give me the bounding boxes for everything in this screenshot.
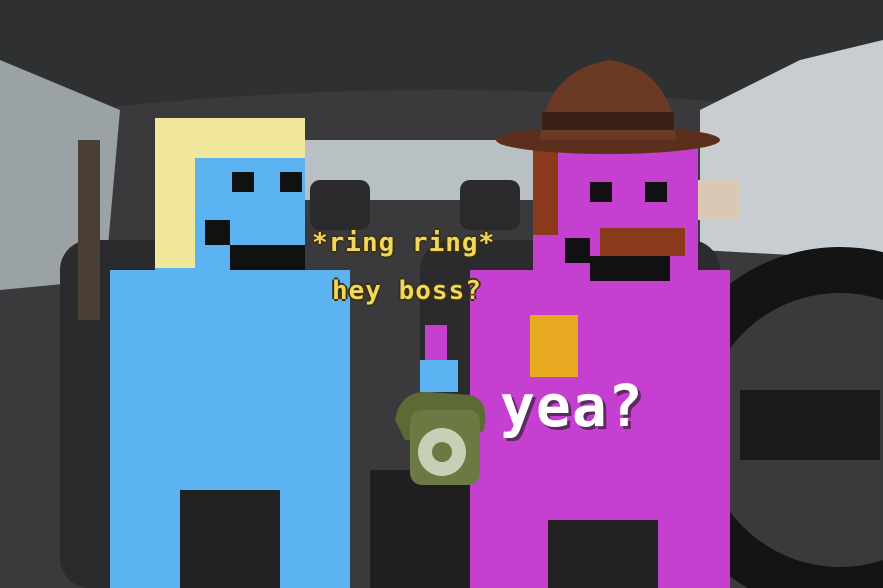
caption-yea: yea? bbox=[500, 372, 644, 440]
purple-mouth-corner bbox=[565, 238, 590, 263]
rear-headrest bbox=[460, 180, 520, 230]
caption-hey-boss: hey boss? bbox=[332, 276, 482, 306]
seatbelt bbox=[78, 140, 100, 320]
blue-mouth bbox=[230, 245, 305, 270]
center-console bbox=[370, 470, 480, 588]
meme-scene: *ring ring* hey boss? yea? bbox=[0, 0, 883, 588]
purple-eye bbox=[645, 182, 667, 202]
purple-badge bbox=[530, 315, 578, 377]
purple-character bbox=[470, 60, 730, 588]
blue-leg-gap bbox=[180, 490, 280, 588]
small-caller-head bbox=[425, 325, 447, 360]
caption-ring: *ring ring* bbox=[312, 228, 496, 258]
blue-eye bbox=[232, 172, 254, 192]
blue-eye bbox=[280, 172, 302, 192]
blue-mouth-corner bbox=[205, 220, 230, 245]
purple-leg-gap bbox=[548, 520, 658, 588]
small-caller-body bbox=[420, 360, 458, 392]
purple-mustache bbox=[600, 228, 685, 256]
rear-headrest bbox=[310, 180, 370, 230]
purple-eye bbox=[590, 182, 612, 202]
purple-sideburn bbox=[533, 145, 558, 235]
purple-mouth bbox=[590, 256, 670, 281]
blue-hair-side bbox=[155, 118, 195, 268]
